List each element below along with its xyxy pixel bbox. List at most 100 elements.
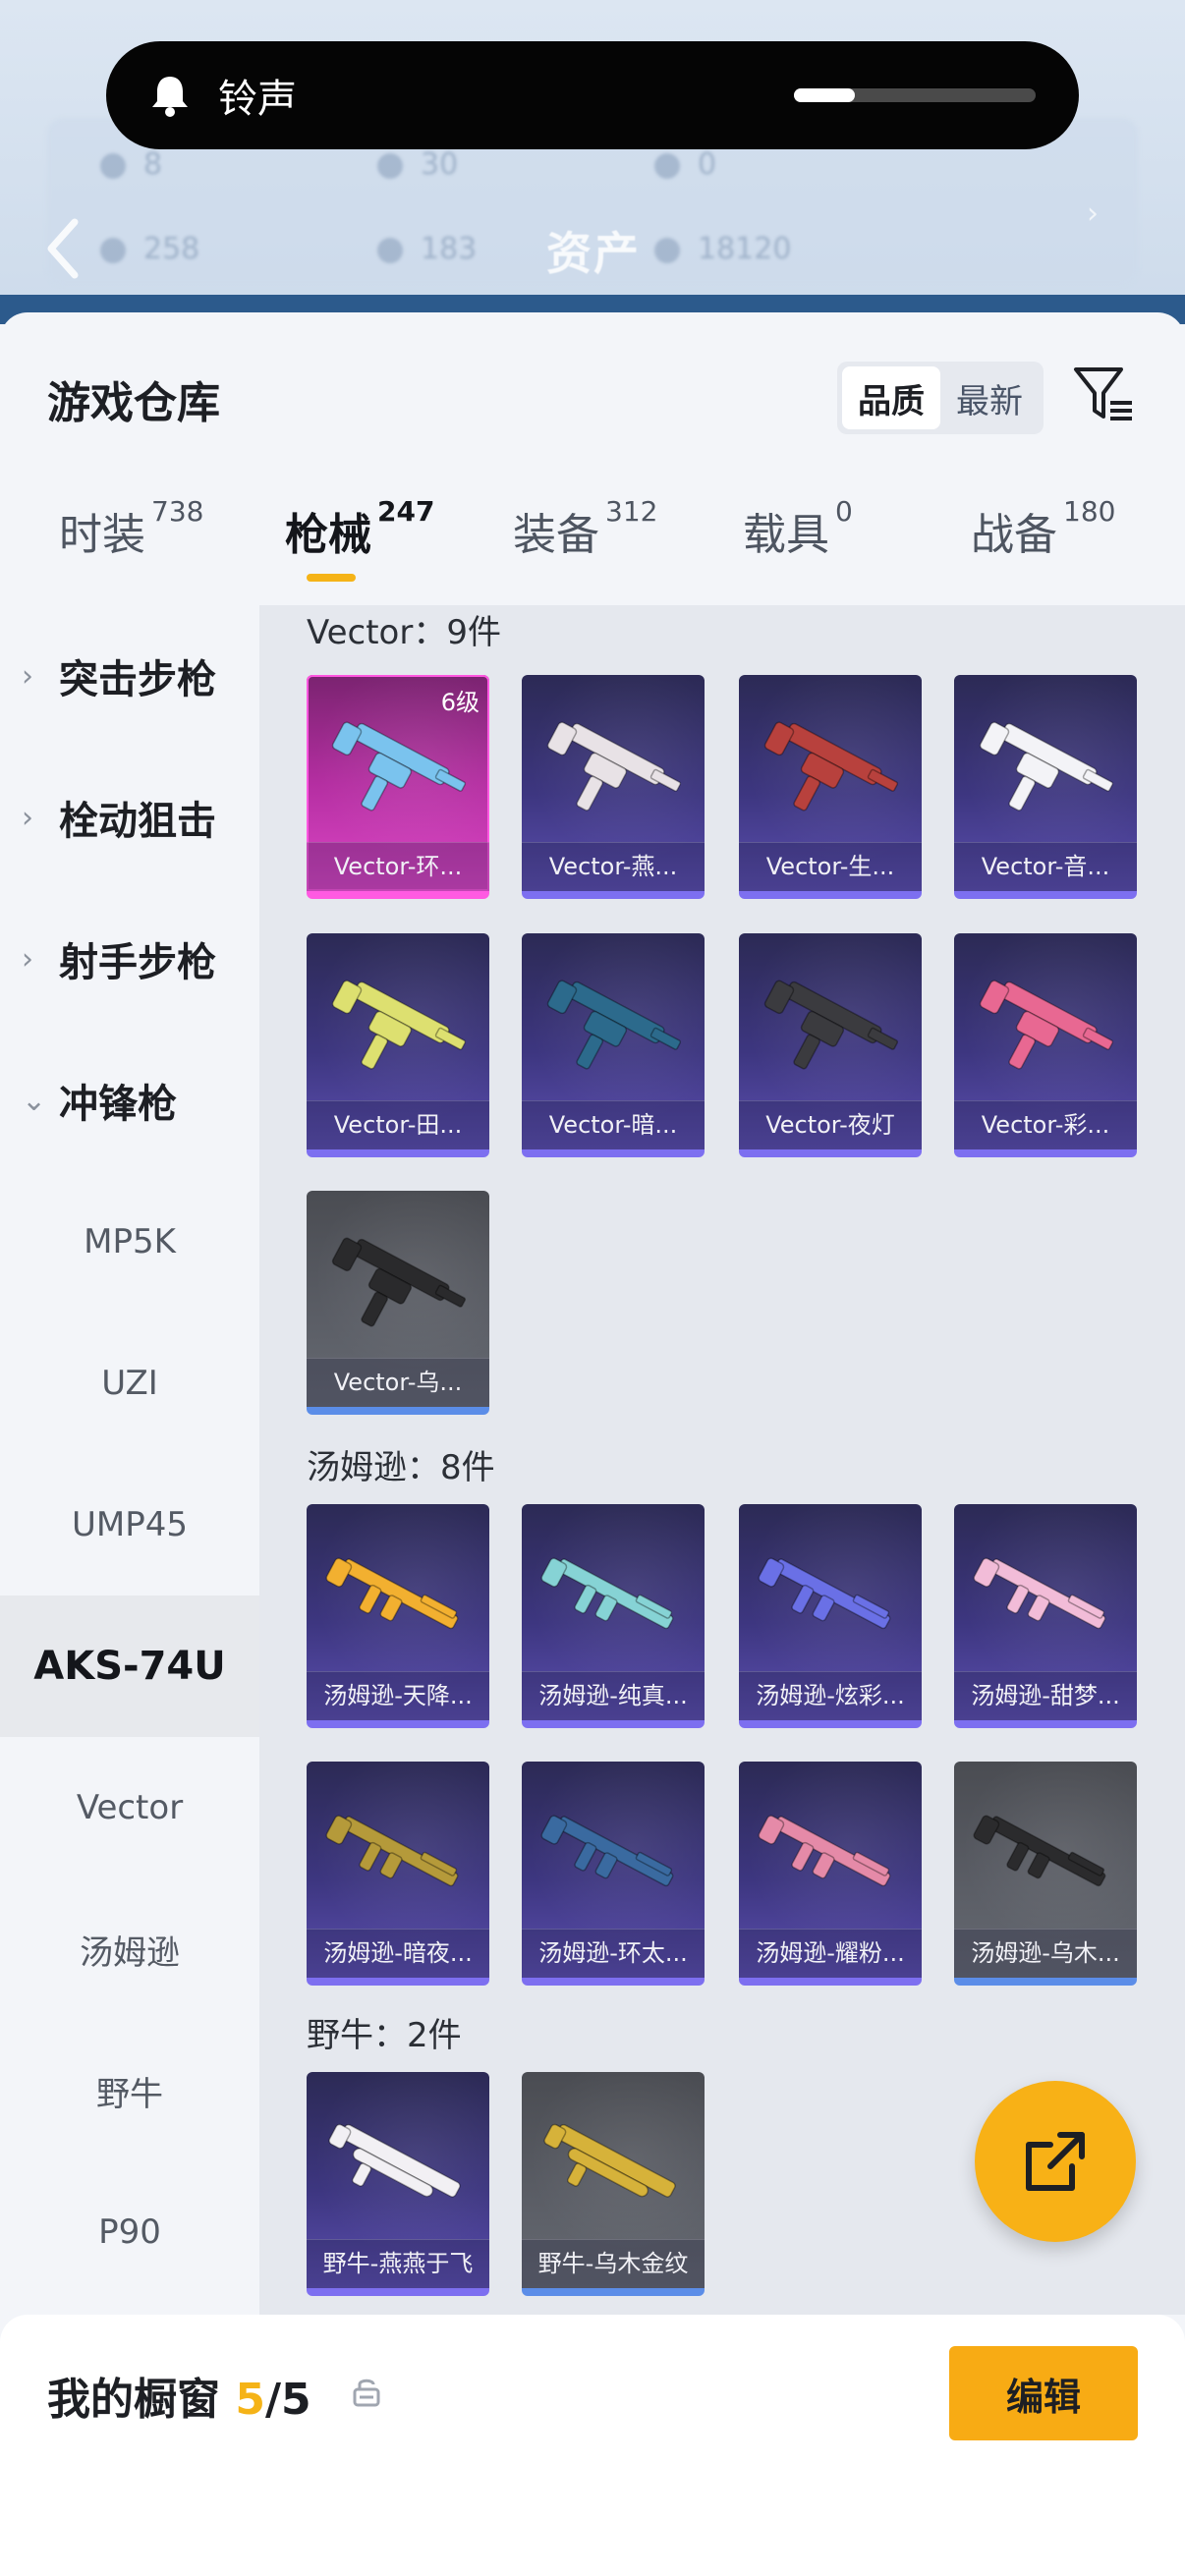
- sidebar-sub-mp5k[interactable]: MP5K: [0, 1171, 259, 1313]
- tab-vehicles[interactable]: 载具 0: [743, 495, 853, 562]
- chevron-right-icon: ›: [22, 941, 33, 977]
- sidebar-sub-bizon[interactable]: 野牛: [0, 2020, 259, 2161]
- sheet-title: 游戏仓库: [47, 378, 220, 428]
- showcase-label: 我的橱窗 5/5: [47, 2375, 311, 2425]
- sort-quality-button[interactable]: 品质: [842, 366, 940, 429]
- sidebar-item-smg[interactable]: ⌄ 冲锋枪: [0, 1030, 259, 1171]
- weapon-skin-card[interactable]: 汤姆逊-炫彩...: [739, 1504, 922, 1728]
- weapon-skin-card[interactable]: 野牛-燕燕于飞: [307, 2072, 489, 2296]
- chevron-right-icon: ›: [1087, 196, 1099, 231]
- sidebar-sub-p90[interactable]: P90: [0, 2161, 259, 2303]
- weapon-skin-name: Vector-生...: [739, 842, 922, 891]
- sidebar-item-assault-rifle[interactable]: › 突击步枪: [0, 605, 259, 747]
- weapon-skin-name: 野牛-燕燕于飞: [307, 2239, 489, 2288]
- volume-slider[interactable]: [794, 88, 1036, 102]
- weapon-skin-name: 汤姆逊-耀粉...: [739, 1929, 922, 1978]
- edit-button[interactable]: 编辑: [949, 2346, 1138, 2440]
- weapon-skin-name: 汤姆逊-炫彩...: [739, 1671, 922, 1720]
- lock-icon: [353, 2379, 380, 2407]
- tab-equipment[interactable]: 装备 312: [513, 495, 657, 562]
- sidebar-sub-ump45[interactable]: UMP45: [0, 1454, 259, 1596]
- weapon-skin-image: [540, 1557, 674, 1630]
- sidebar-sub-aks74u[interactable]: AKS-74U: [0, 1596, 259, 1737]
- share-icon: [1026, 2132, 1085, 2191]
- weapon-skin-name: Vector-夜灯: [739, 1100, 922, 1149]
- weapon-skin-card[interactable]: Vector-暗...: [522, 933, 705, 1157]
- weapon-skin-image: [543, 2123, 676, 2198]
- group-title-thompson: 汤姆逊：8件: [307, 1448, 495, 1487]
- weapon-skin-image: [331, 721, 467, 812]
- sidebar-item-bolt-sniper[interactable]: › 栓动狙击: [0, 747, 259, 888]
- weapon-skin-image: [979, 721, 1114, 812]
- weapon-skin-name: 汤姆逊-乌木...: [954, 1929, 1137, 1978]
- weapon-skin-image: [973, 1557, 1106, 1630]
- volume-fill: [794, 88, 855, 102]
- back-arrow-icon[interactable]: [43, 216, 83, 281]
- weapon-skin-card[interactable]: 汤姆逊-天降...: [307, 1504, 489, 1728]
- weapon-skin-card[interactable]: 野牛-乌木金纹: [522, 2072, 705, 2296]
- weapon-skin-card[interactable]: 汤姆逊-乌木...: [954, 1762, 1137, 1986]
- weapon-skin-name: 野牛-乌木金纹: [522, 2239, 705, 2288]
- sort-newest-button[interactable]: 最新: [940, 366, 1039, 429]
- weapon-skin-card[interactable]: Vector-生...: [739, 675, 922, 899]
- weapon-skin-name: Vector-环...: [307, 842, 489, 891]
- weapon-skin-card[interactable]: 汤姆逊-环太...: [522, 1762, 705, 1986]
- weapon-skin-image: [763, 980, 899, 1070]
- weapon-skin-card[interactable]: Vector-音...: [954, 675, 1137, 899]
- weapon-skin-card[interactable]: Vector-夜灯: [739, 933, 922, 1157]
- sidebar-sub-thompson[interactable]: 汤姆逊: [0, 1878, 259, 2020]
- stat-item: 18120: [654, 232, 791, 266]
- tab-fashion[interactable]: 时装 738: [59, 495, 203, 562]
- category-tabs: 时装 738 枪械 247 装备 312 载具 0 战备 180: [0, 495, 1185, 607]
- sidebar-item-marksman-rifle[interactable]: › 射手步枪: [0, 888, 259, 1030]
- page-title: 资产: [546, 227, 641, 280]
- sort-toggle: 品质 最新: [837, 362, 1044, 434]
- showcase-bar: 我的橱窗 5/5 编辑: [0, 2315, 1185, 2576]
- weapon-skin-image: [331, 980, 467, 1070]
- weapon-skin-image: [331, 1237, 467, 1327]
- share-button[interactable]: [975, 2081, 1136, 2242]
- weapon-skin-image: [973, 1815, 1106, 1887]
- stat-item: 258: [100, 232, 199, 266]
- weapon-skin-card[interactable]: 汤姆逊-暗夜...: [307, 1762, 489, 1986]
- stat-item: 0: [654, 147, 716, 182]
- weapon-skin-image: [325, 1815, 459, 1887]
- sidebar-sub-vector[interactable]: Vector: [0, 1737, 259, 1878]
- active-tab-indicator: [307, 574, 356, 582]
- weapon-skin-card[interactable]: 汤姆逊-甜梦...: [954, 1504, 1137, 1728]
- chevron-right-icon: ›: [22, 800, 33, 835]
- weapon-skin-card[interactable]: Vector-田...: [307, 933, 489, 1157]
- stat-item: 30: [377, 147, 458, 182]
- weapon-skin-image: [979, 980, 1114, 1070]
- weapon-skin-card[interactable]: Vector-彩...: [954, 933, 1137, 1157]
- stat-item: 8: [100, 147, 162, 182]
- filter-icon[interactable]: [1071, 362, 1136, 426]
- tab-firearms[interactable]: 枪械 247: [285, 495, 434, 582]
- sidebar-sub-uzi[interactable]: UZI: [0, 1313, 259, 1454]
- chevron-down-icon: ⌄: [22, 1083, 47, 1118]
- weapon-skin-image: [328, 2123, 461, 2198]
- chevron-right-icon: ›: [22, 658, 33, 694]
- weapon-skin-name: 汤姆逊-天降...: [307, 1671, 489, 1720]
- weapon-skin-name: Vector-乌...: [307, 1358, 489, 1407]
- weapon-skin-image: [540, 1815, 674, 1887]
- weapon-skin-card[interactable]: Vector-乌...: [307, 1191, 489, 1415]
- weapon-skin-name: Vector-暗...: [522, 1100, 705, 1149]
- weapon-skin-image: [546, 980, 682, 1070]
- group-title-bizon: 野牛：2件: [307, 2016, 462, 2055]
- weapon-skin-name: Vector-音...: [954, 842, 1137, 891]
- weapon-skin-card[interactable]: Vector-燕...: [522, 675, 705, 899]
- tab-supplies[interactable]: 战备 180: [971, 495, 1115, 562]
- weapon-skin-card[interactable]: 汤姆逊-耀粉...: [739, 1762, 922, 1986]
- group-title-vector: Vector：9件: [307, 613, 501, 652]
- weapon-category-sidebar: › 突击步枪 › 栓动狙击 › 射手步枪 ⌄ 冲锋枪 MP5K UZI UMP45 AK…: [0, 605, 259, 2315]
- level-badge: 6级: [440, 689, 480, 716]
- weapon-skin-image: [758, 1557, 891, 1630]
- weapon-skin-image: [546, 721, 682, 812]
- weapon-skin-card[interactable]: 汤姆逊-纯真...: [522, 1504, 705, 1728]
- weapon-skin-name: 汤姆逊-纯真...: [522, 1671, 705, 1720]
- weapon-skin-image: [325, 1557, 459, 1630]
- weapon-skin-name: 汤姆逊-甜梦...: [954, 1671, 1137, 1720]
- weapon-skin-card[interactable]: 6级 Vector-环...: [307, 675, 489, 899]
- weapon-skin-image: [758, 1815, 891, 1887]
